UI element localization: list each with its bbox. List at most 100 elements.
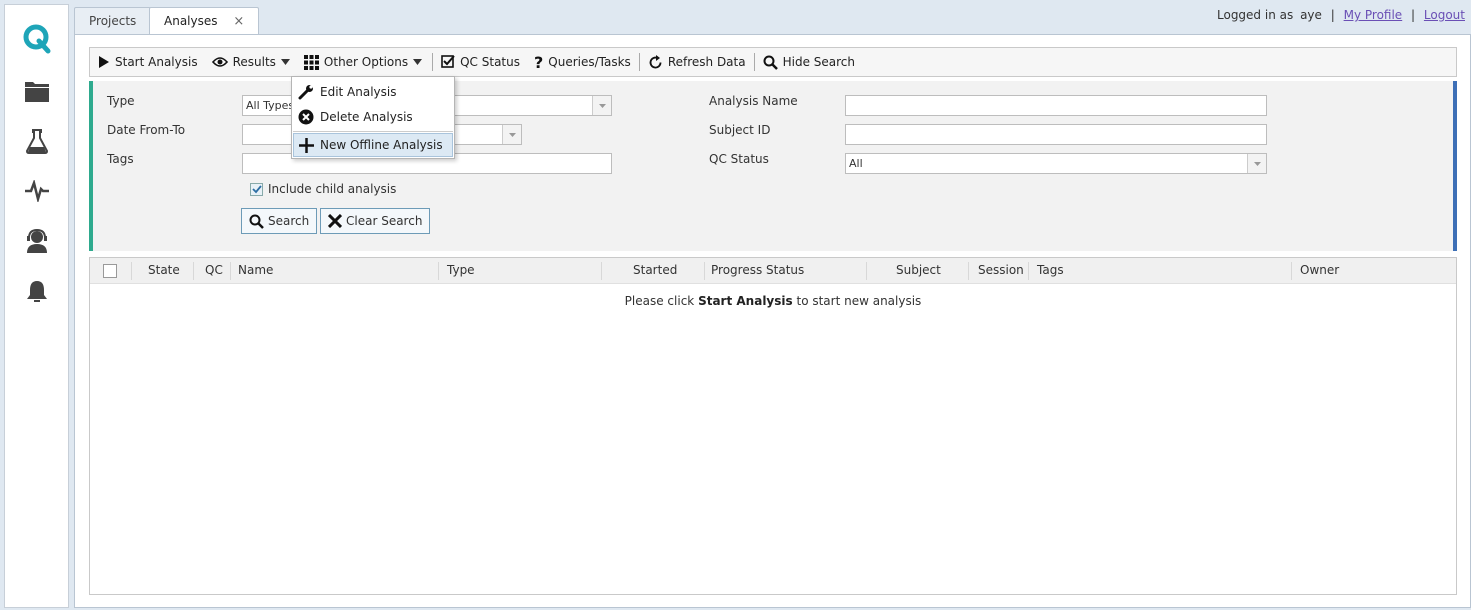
column-started[interactable]: Started bbox=[633, 258, 677, 284]
type-value: All Types bbox=[246, 99, 295, 112]
column-tags[interactable]: Tags bbox=[1037, 258, 1064, 284]
grid-icon bbox=[303, 54, 319, 70]
flask-icon[interactable] bbox=[21, 125, 53, 157]
toolbar-divider bbox=[432, 53, 434, 71]
toolbar: Start Analysis Results Other Options QC bbox=[89, 47, 1457, 77]
start-analysis-label: Start Analysis bbox=[115, 55, 198, 69]
chevron-down-icon[interactable] bbox=[502, 125, 521, 144]
play-icon bbox=[99, 56, 109, 68]
menu-item-edit-analysis[interactable]: Edit Analysis bbox=[293, 80, 453, 104]
hide-search-button[interactable]: Hide Search bbox=[763, 55, 855, 70]
chevron-down-icon[interactable] bbox=[592, 96, 611, 115]
menu-item-label: Delete Analysis bbox=[320, 110, 413, 124]
tab-strip: Projects Analyses × Logged in as aye | M… bbox=[74, 4, 1471, 36]
logout-link[interactable]: Logout bbox=[1424, 8, 1465, 22]
refresh-data-button[interactable]: Refresh Data bbox=[648, 54, 746, 70]
column-qc[interactable]: QC bbox=[205, 258, 223, 284]
start-analysis-button[interactable]: Start Analysis bbox=[98, 55, 198, 69]
bell-icon[interactable] bbox=[21, 275, 53, 307]
search-icon bbox=[249, 214, 264, 229]
chevron-down-icon[interactable] bbox=[1247, 154, 1266, 173]
tab-label: Projects bbox=[89, 14, 137, 28]
chevron-down-icon bbox=[413, 59, 423, 65]
check-icon bbox=[251, 185, 262, 194]
tab-projects[interactable]: Projects bbox=[74, 7, 152, 35]
toolbar-divider bbox=[753, 53, 755, 71]
user-bar: Logged in as aye | My Profile | Logout bbox=[1217, 8, 1465, 22]
results-label: Results bbox=[232, 55, 276, 69]
column-divider bbox=[230, 262, 231, 280]
tab-analyses[interactable]: Analyses × bbox=[149, 7, 260, 36]
column-name[interactable]: Name bbox=[238, 258, 273, 284]
question-icon: ? bbox=[534, 52, 544, 72]
pulse-icon[interactable] bbox=[21, 175, 53, 207]
menu-item-label: Edit Analysis bbox=[320, 85, 397, 99]
plus-icon bbox=[299, 137, 314, 153]
include-child-checkbox[interactable] bbox=[250, 183, 263, 196]
column-divider bbox=[601, 262, 602, 280]
other-options-button[interactable]: Other Options bbox=[303, 54, 423, 70]
column-progress-status[interactable]: Progress Status bbox=[711, 258, 804, 284]
empty-message-suffix: to start new analysis bbox=[796, 294, 922, 308]
separator: | bbox=[1330, 8, 1335, 22]
column-subject[interactable]: Subject bbox=[896, 258, 941, 284]
toolbar-divider bbox=[638, 53, 640, 71]
logo-q-icon[interactable] bbox=[21, 23, 53, 55]
my-profile-link[interactable]: My Profile bbox=[1344, 8, 1403, 22]
queries-tasks-label: Queries/Tasks bbox=[548, 55, 631, 69]
checkbox-checked-icon bbox=[441, 55, 455, 68]
queries-tasks-button[interactable]: ? Queries/Tasks bbox=[534, 53, 631, 72]
left-sidebar bbox=[4, 4, 69, 608]
empty-message-prefix: Please click bbox=[624, 294, 695, 308]
menu-divider bbox=[293, 131, 453, 132]
results-button[interactable]: Results bbox=[211, 55, 290, 69]
analysis-name-label: Analysis Name bbox=[709, 94, 798, 108]
qc-status-label: QC Status bbox=[460, 55, 520, 69]
support-agent-icon[interactable] bbox=[21, 225, 53, 257]
grid-header: State QC Name Type Started Progress Stat… bbox=[90, 258, 1456, 284]
refresh-data-label: Refresh Data bbox=[667, 55, 746, 69]
column-owner[interactable]: Owner bbox=[1300, 258, 1339, 284]
menu-item-label: New Offline Analysis bbox=[320, 138, 443, 152]
analyses-grid: State QC Name Type Started Progress Stat… bbox=[89, 257, 1457, 595]
eye-icon bbox=[211, 57, 228, 67]
include-child-label: Include child analysis bbox=[268, 182, 397, 196]
subject-id-label: Subject ID bbox=[709, 123, 771, 137]
refresh-icon bbox=[649, 54, 662, 68]
menu-item-new-offline-analysis[interactable]: New Offline Analysis bbox=[293, 133, 453, 157]
select-all-checkbox[interactable] bbox=[103, 264, 117, 278]
close-icon bbox=[328, 214, 342, 228]
logged-in-text: Logged in as bbox=[1217, 8, 1294, 22]
other-options-menu: Edit Analysis Delete Analysis New Offlin… bbox=[291, 76, 455, 159]
hide-search-label: Hide Search bbox=[782, 55, 856, 69]
chevron-down-icon bbox=[280, 59, 290, 65]
search-icon bbox=[763, 55, 778, 70]
qc-status-button[interactable]: QC Status bbox=[441, 55, 520, 69]
folder-icon[interactable] bbox=[21, 75, 53, 107]
clear-search-button[interactable]: Clear Search bbox=[320, 208, 431, 234]
close-icon[interactable]: × bbox=[233, 14, 244, 29]
empty-grid-message: Please click Start Analysis to start new… bbox=[90, 294, 1456, 308]
delete-circle-icon bbox=[298, 109, 314, 125]
subject-id-input[interactable] bbox=[845, 124, 1267, 145]
date-from-to-label: Date From-To bbox=[107, 123, 186, 137]
search-button[interactable]: Search bbox=[241, 208, 318, 234]
column-divider bbox=[704, 262, 705, 280]
column-type[interactable]: Type bbox=[447, 258, 475, 284]
qc-status-filter-label: QC Status bbox=[709, 152, 769, 166]
menu-item-delete-analysis[interactable]: Delete Analysis bbox=[293, 105, 453, 129]
qc-status-value: All bbox=[849, 157, 863, 170]
analysis-name-input[interactable] bbox=[845, 95, 1267, 116]
column-divider bbox=[866, 262, 867, 280]
column-divider bbox=[193, 262, 194, 280]
column-divider bbox=[968, 262, 969, 280]
qc-status-combobox[interactable]: All bbox=[845, 153, 1267, 174]
username: aye bbox=[1300, 8, 1322, 22]
column-session[interactable]: Session bbox=[978, 258, 1024, 284]
search-button-label: Search bbox=[268, 214, 310, 228]
analyses-panel: Start Analysis Results Other Options QC bbox=[74, 34, 1471, 608]
column-divider bbox=[1291, 262, 1292, 280]
empty-message-action: Start Analysis bbox=[698, 294, 793, 308]
column-state[interactable]: State bbox=[148, 258, 180, 284]
column-divider bbox=[438, 262, 439, 280]
